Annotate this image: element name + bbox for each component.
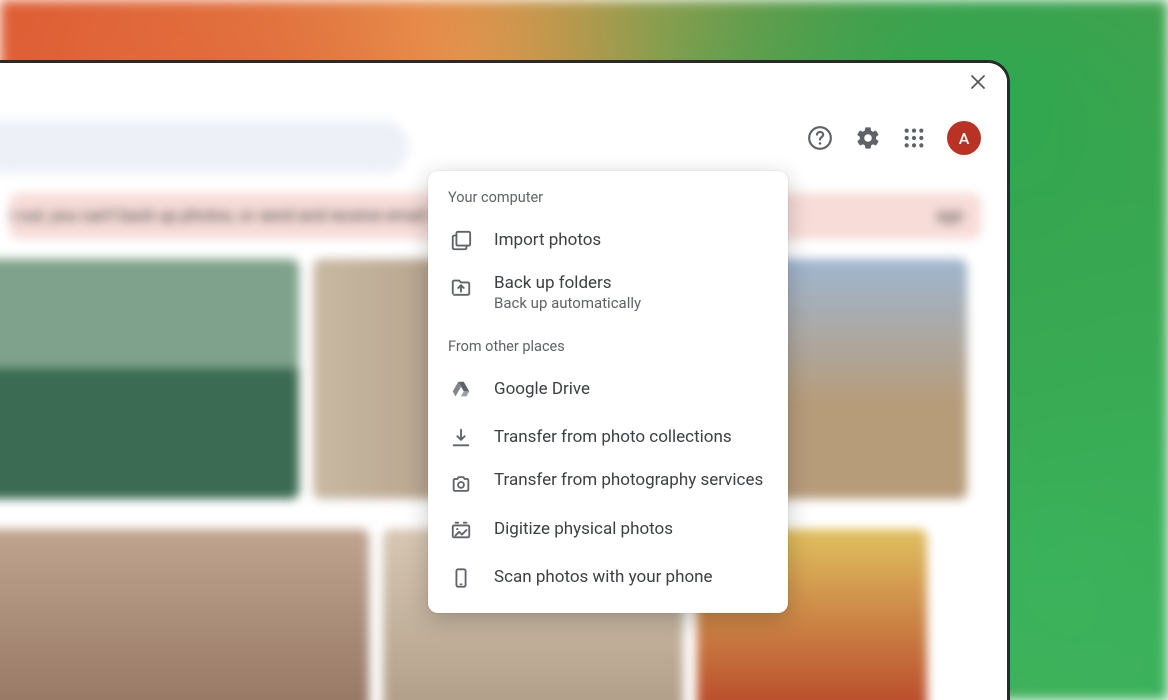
- window-titlebar: [0, 63, 1007, 101]
- banner-text-left: un out, you can't back up photos, or sen…: [9, 207, 434, 226]
- import-dropdown: Your computer Import photos Back up fold…: [428, 171, 788, 613]
- google-drive-icon: [450, 379, 472, 401]
- app-window: un out, you can't back up photos, or sen…: [0, 60, 1010, 700]
- download-icon: [450, 427, 472, 449]
- apps-grid-icon: [903, 127, 925, 149]
- avatar-initial: A: [959, 129, 970, 148]
- menu-item-digitize-photos[interactable]: Digitize physical photos: [428, 505, 788, 553]
- dropdown-section-other-places: From other places: [428, 332, 788, 365]
- gear-icon: [855, 125, 881, 151]
- help-button[interactable]: [807, 125, 833, 151]
- banner-text-right: age: [896, 207, 963, 226]
- menu-item-google-drive[interactable]: Google Drive: [428, 365, 788, 413]
- search-input[interactable]: [0, 120, 409, 174]
- apps-button[interactable]: [903, 127, 925, 149]
- account-avatar[interactable]: A: [947, 121, 981, 155]
- settings-button[interactable]: [855, 125, 881, 151]
- camera-transfer-icon: [450, 473, 472, 495]
- toolbar-icons: A: [807, 121, 981, 155]
- menu-item-transfer-services[interactable]: Transfer from photography services: [428, 461, 788, 505]
- photo-thumbnail[interactable]: [0, 259, 299, 499]
- menu-item-label: Transfer from photography services: [494, 469, 763, 491]
- close-icon: [971, 75, 985, 89]
- menu-item-transfer-collections[interactable]: Transfer from photo collections: [428, 413, 788, 461]
- digitize-icon: [450, 519, 472, 541]
- menu-item-label: Scan photos with your phone: [494, 566, 713, 588]
- help-icon: [807, 125, 833, 151]
- menu-item-sub: Back up automatically: [494, 294, 641, 314]
- menu-item-label: Transfer from photo collections: [494, 426, 732, 448]
- menu-item-label: Back up folders: [494, 272, 641, 294]
- import-photos-icon: [450, 230, 472, 252]
- menu-item-backup-folders[interactable]: Back up folders Back up automatically: [428, 264, 788, 322]
- backup-folders-icon: [450, 276, 472, 298]
- close-button[interactable]: [967, 71, 989, 93]
- phone-icon: [450, 567, 472, 589]
- menu-item-label: Digitize physical photos: [494, 518, 673, 540]
- app-surface: un out, you can't back up photos, or sen…: [0, 101, 1007, 700]
- menu-item-scan-phone[interactable]: Scan photos with your phone: [428, 553, 788, 601]
- menu-item-label: Import photos: [494, 229, 601, 251]
- menu-item-import-photos[interactable]: Import photos: [428, 216, 788, 264]
- dropdown-section-your-computer: Your computer: [428, 189, 788, 216]
- menu-item-label: Google Drive: [494, 378, 590, 400]
- photo-thumbnail[interactable]: [0, 529, 369, 700]
